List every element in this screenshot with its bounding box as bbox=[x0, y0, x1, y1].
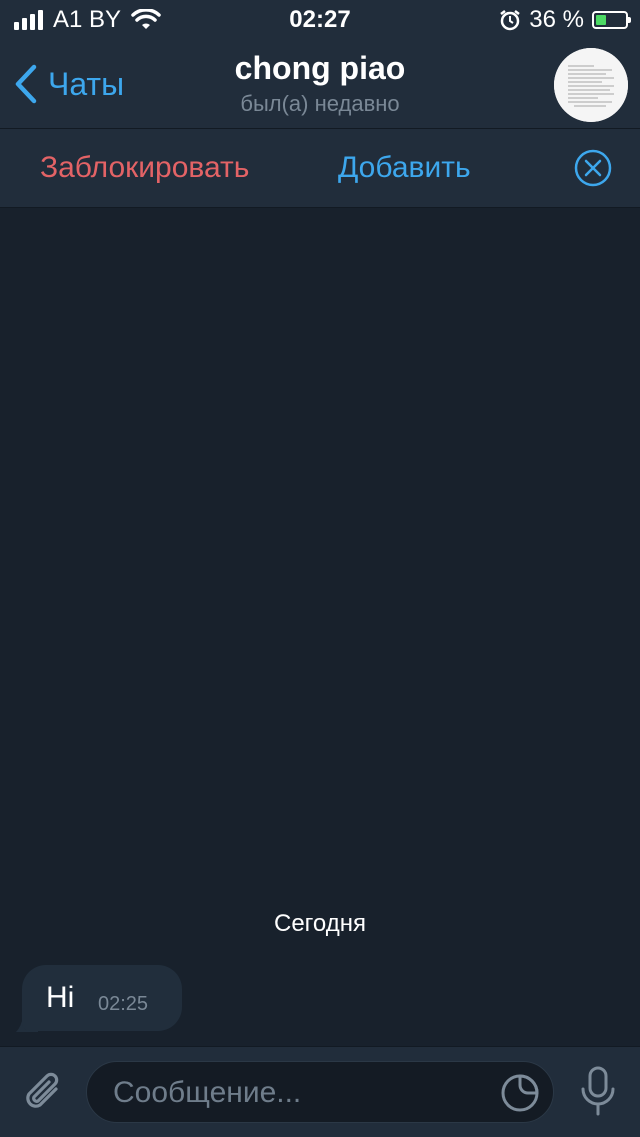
alarm-icon bbox=[500, 10, 521, 31]
message-time: 02:25 bbox=[98, 993, 149, 1015]
composer-bar bbox=[0, 1046, 640, 1137]
message-input[interactable] bbox=[111, 1062, 485, 1124]
contact-action-bar: Заблокировать Добавить bbox=[0, 129, 640, 208]
sticker-icon[interactable] bbox=[499, 1072, 541, 1114]
back-label: Чаты bbox=[48, 65, 125, 102]
battery-percent: 36 % bbox=[529, 6, 584, 33]
battery-icon bbox=[592, 11, 631, 29]
avatar[interactable] bbox=[554, 48, 628, 122]
microphone-icon[interactable] bbox=[578, 1065, 618, 1117]
battery-fill bbox=[596, 15, 606, 25]
last-seen-status: был(а) недавно bbox=[240, 91, 400, 116]
status-bar: A1 BY 02:27 36 % bbox=[0, 0, 640, 40]
message-bubble-incoming[interactable]: Hi 02:25 bbox=[22, 965, 182, 1031]
chevron-left-icon bbox=[15, 64, 37, 104]
message-text: Hi bbox=[46, 981, 75, 1014]
date-separator: Сегодня bbox=[274, 910, 366, 937]
back-button[interactable]: Чаты bbox=[14, 64, 124, 104]
status-right: 36 % bbox=[499, 6, 631, 34]
paperclip-icon[interactable] bbox=[20, 1067, 66, 1117]
close-icon[interactable] bbox=[574, 149, 612, 187]
add-contact-button[interactable]: Добавить bbox=[338, 151, 471, 185]
chat-title-area[interactable]: chong piao был(а) недавно bbox=[160, 50, 480, 117]
chat-title: chong piao bbox=[234, 50, 406, 86]
block-button[interactable]: Заблокировать bbox=[40, 151, 249, 185]
avatar-image bbox=[554, 48, 628, 122]
message-input-container bbox=[86, 1061, 554, 1124]
chat-header: Чаты chong piao был(а) недавно bbox=[0, 40, 640, 129]
